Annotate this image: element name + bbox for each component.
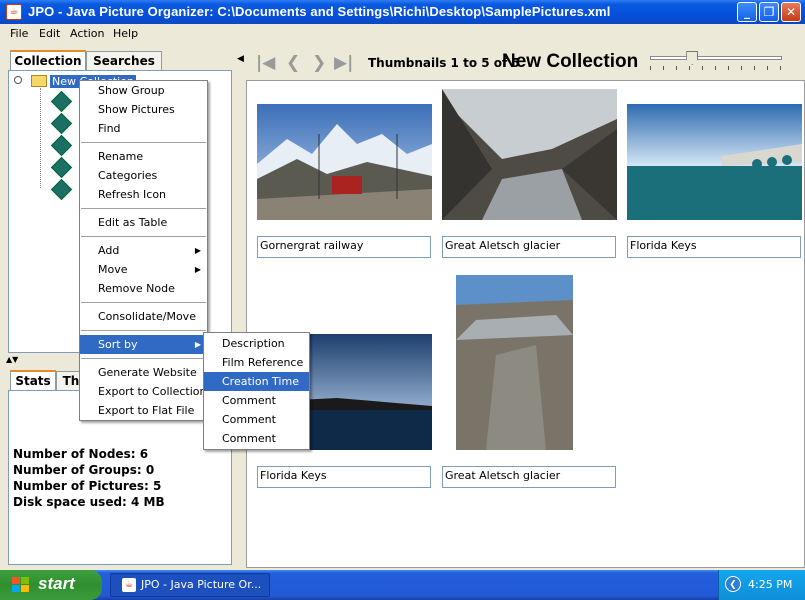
java-app-icon[interactable]: ☕ xyxy=(6,4,22,20)
close-button[interactable]: ✕ xyxy=(781,2,801,22)
thumbnail-image[interactable] xyxy=(442,89,617,220)
tab-stats[interactable]: Stats xyxy=(10,370,56,390)
menu-item-rename[interactable]: Rename xyxy=(80,147,207,166)
start-label: start xyxy=(38,574,75,593)
menu-item-add-label: Add xyxy=(98,244,120,257)
menu-item-generate-website[interactable]: Generate Website xyxy=(80,363,207,382)
folder-icon xyxy=(31,75,47,87)
menu-item-sort-by-label: Sort by xyxy=(98,338,138,351)
menu-item-show-group[interactable]: Show Group xyxy=(80,81,207,100)
menu-item-move-label: Move xyxy=(98,263,128,276)
last-page-icon[interactable]: ▶| xyxy=(334,53,353,73)
sort-comment[interactable]: Comment xyxy=(204,429,309,448)
tree-guide-line xyxy=(40,88,41,188)
submenu-arrow-icon: ▶ xyxy=(194,246,201,255)
menu-item-export-to-collection[interactable]: Export to Collection xyxy=(80,382,207,401)
stat-groups: Number of Groups: 0 xyxy=(13,463,155,477)
thumbnail-caption[interactable]: Great Aletsch glacier xyxy=(442,466,616,488)
minimize-button[interactable]: _ xyxy=(737,2,757,22)
menu-separator xyxy=(81,330,206,331)
tree-expander-icon[interactable] xyxy=(14,76,22,84)
thumbnail-caption[interactable]: Florida Keys xyxy=(257,466,431,488)
menu-separator xyxy=(81,236,206,237)
menu-item-add[interactable]: Add ▶ xyxy=(80,241,207,260)
menu-item-refresh-icon[interactable]: Refresh Icon xyxy=(80,185,207,204)
sort-comment[interactable]: Comment xyxy=(204,391,309,410)
thumbnail-count: Thumbnails 1 to 5 of 5 xyxy=(368,56,520,70)
menu-action[interactable]: Action xyxy=(70,27,104,40)
menu-separator xyxy=(81,302,206,303)
submenu-arrow-icon: ▶ xyxy=(194,265,201,274)
windows-logo-icon xyxy=(12,577,30,593)
menu-item-show-pictures[interactable]: Show Pictures xyxy=(80,100,207,119)
menu-item-edit-as-table[interactable]: Edit as Table xyxy=(80,213,207,232)
sort-comment[interactable]: Comment xyxy=(204,410,309,429)
stat-pictures: Number of Pictures: 5 xyxy=(13,479,162,493)
window-title: JPO - Java Picture Organizer: C:\Documen… xyxy=(28,4,611,19)
sort-film-reference[interactable]: Film Reference xyxy=(204,353,309,372)
menu-item-export-to-flat-file[interactable]: Export to Flat File xyxy=(80,401,207,420)
zoom-slider-ticks xyxy=(650,66,782,70)
sort-creation-time[interactable]: Creation Time xyxy=(204,372,309,391)
menu-separator xyxy=(81,358,206,359)
menu-item-consolidate-move[interactable]: Consolidate/Move xyxy=(80,307,207,326)
collapse-left-arrow-icon[interactable]: ◀ xyxy=(237,54,244,64)
tray-expand-icon[interactable]: ❮ xyxy=(725,576,741,592)
menu-help[interactable]: Help xyxy=(113,27,138,40)
menu-item-categories[interactable]: Categories xyxy=(80,166,207,185)
zoom-slider[interactable] xyxy=(650,56,782,60)
tab-searches[interactable]: Searches xyxy=(86,51,162,71)
menu-item-find[interactable]: Find xyxy=(80,119,207,138)
sort-description[interactable]: Description xyxy=(204,334,309,353)
maximize-button[interactable]: ❐ xyxy=(759,2,779,22)
menu-separator xyxy=(81,208,206,209)
first-page-icon[interactable]: |◀ xyxy=(256,53,275,73)
previous-page-icon[interactable]: ❮ xyxy=(286,53,300,73)
next-page-icon[interactable]: ❯ xyxy=(312,53,326,73)
menu-file[interactable]: File xyxy=(10,27,28,40)
stat-nodes: Number of Nodes: 6 xyxy=(13,447,149,461)
menu-separator xyxy=(81,142,206,143)
java-app-icon: ☕ xyxy=(122,578,136,592)
menu-edit[interactable]: Edit xyxy=(39,27,60,40)
clock[interactable]: 4:25 PM xyxy=(748,578,792,591)
sort-by-submenu: Description Film Reference Creation Time… xyxy=(203,332,310,450)
thumbnail-image[interactable] xyxy=(456,275,573,450)
thumbnail-caption[interactable]: Gornergrat railway xyxy=(257,236,431,258)
stat-disk-space: Disk space used: 4 MB xyxy=(13,495,165,509)
menu-item-move[interactable]: Move ▶ xyxy=(80,260,207,279)
thumbnail-image[interactable] xyxy=(257,104,432,220)
vertical-divider[interactable] xyxy=(235,46,245,566)
collection-title: New Collection xyxy=(502,51,639,72)
thumbnail-caption[interactable]: Florida Keys xyxy=(627,236,801,258)
menu-item-sort-by[interactable]: Sort by ▶ xyxy=(80,335,207,354)
thumbnail-image[interactable] xyxy=(627,104,802,220)
menu-item-remove-node[interactable]: Remove Node xyxy=(80,279,207,298)
thumbnail-caption[interactable]: Great Aletsch glacier xyxy=(442,236,616,258)
context-menu: Show Group Show Pictures Find Rename Cat… xyxy=(79,80,208,421)
submenu-arrow-icon: ▶ xyxy=(194,340,201,349)
tab-collection[interactable]: Collection xyxy=(10,50,86,70)
